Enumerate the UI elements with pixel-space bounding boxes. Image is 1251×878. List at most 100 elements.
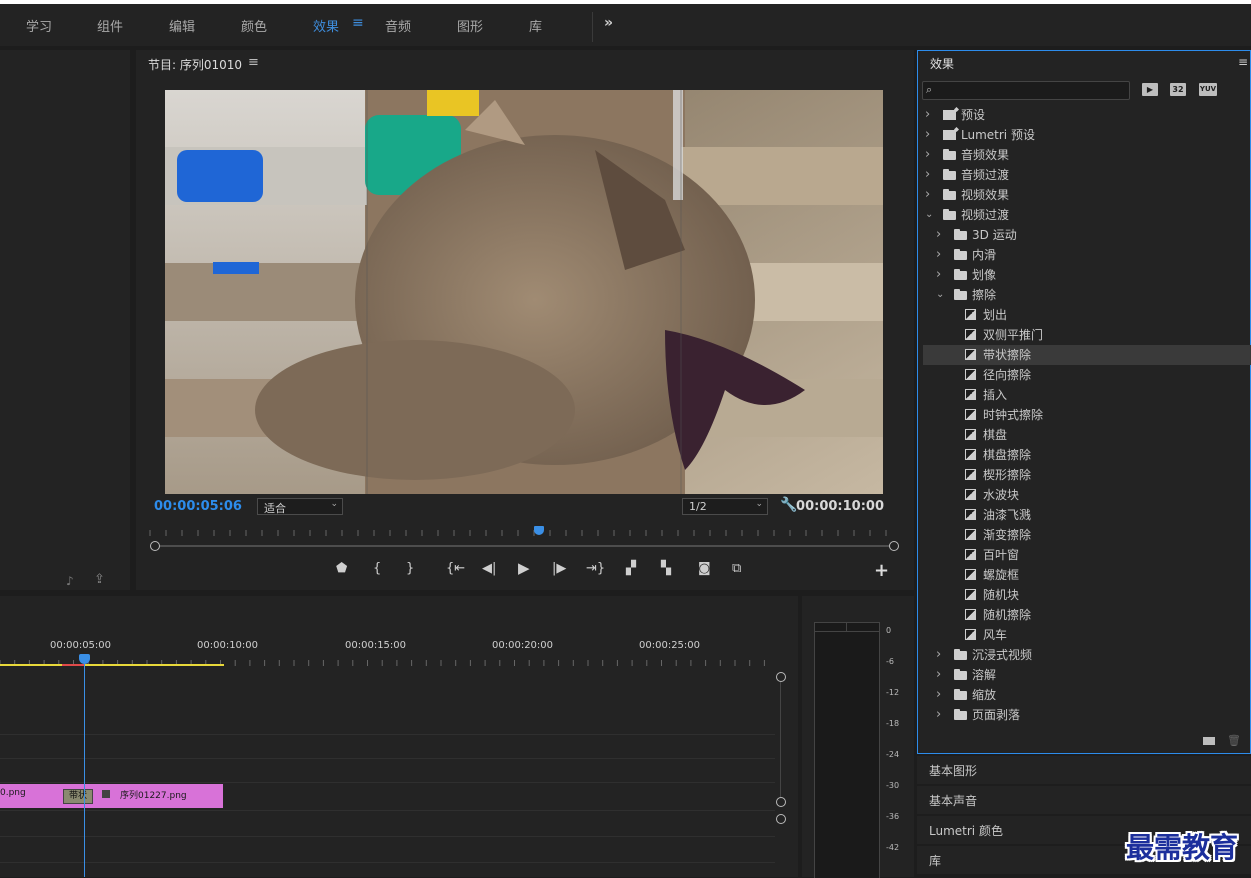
panel-essential-sound[interactable]: 基本声音	[917, 786, 1251, 814]
scroll-handle-mid[interactable]	[776, 797, 786, 807]
effects-folder-row[interactable]: › 沉浸式视频	[923, 645, 1251, 665]
effect-item[interactable]: 径向擦除	[923, 365, 1251, 385]
effect-item[interactable]: 螺旋框	[923, 565, 1251, 585]
video-clip[interactable]: 0.png 带状 序列01227.png	[0, 784, 223, 808]
yuv-effects-badge[interactable]: YUV	[1199, 83, 1217, 96]
effect-item[interactable]: 棋盘	[923, 425, 1251, 445]
workspace-tab[interactable]: 图形	[457, 16, 483, 35]
effect-item[interactable]: 划出	[923, 305, 1251, 325]
chevron-right-icon[interactable]: ›	[925, 105, 930, 125]
32bit-effects-badge[interactable]: 32	[1170, 83, 1186, 96]
effects-folder-row[interactable]: › 音频过渡	[923, 165, 1251, 185]
program-monitor-title[interactable]: 节目: 序列01010	[148, 56, 242, 73]
workspace-tab[interactable]: 效果	[313, 16, 339, 35]
workspace-overflow-icon[interactable]: »	[604, 15, 613, 31]
effects-folder-row[interactable]: › 缩放	[923, 685, 1251, 705]
scrub-end-handle[interactable]	[889, 541, 899, 551]
chevron-right-icon[interactable]: ›	[936, 705, 941, 725]
effects-folder-row[interactable]: › Lumetri 预设	[923, 125, 1251, 145]
timeline-vertical-scrollbar[interactable]	[776, 672, 786, 868]
compare-view-icon[interactable]: ⧉	[732, 561, 741, 576]
mark-out-icon[interactable]: }	[406, 561, 414, 576]
effects-folder-row[interactable]: › 划像	[923, 265, 1251, 285]
zoom-select[interactable]: 适合 ⌄	[257, 498, 343, 515]
mark-in-icon[interactable]: {	[373, 561, 381, 576]
chevron-right-icon[interactable]: ›	[936, 245, 941, 265]
effects-search[interactable]: ⌕	[922, 81, 1130, 100]
chevron-right-icon[interactable]: ›	[936, 265, 941, 285]
timeline-ruler-ticks[interactable]	[0, 656, 775, 668]
scroll-handle-top[interactable]	[776, 672, 786, 682]
panel-essential-graphics[interactable]: 基本图形	[917, 756, 1251, 784]
effects-folder-row[interactable]: › 溶解	[923, 665, 1251, 685]
insert-audio-icon[interactable]: ♪	[66, 574, 74, 588]
trash-icon[interactable]: 🗑	[1227, 734, 1241, 747]
effect-item[interactable]: 时钟式擦除	[923, 405, 1251, 425]
accelerated-effects-icon[interactable]: ▶	[1142, 83, 1158, 96]
workspace-tab[interactable]: 库	[529, 16, 542, 35]
export-frame-icon[interactable]: ⇪	[94, 572, 105, 587]
effect-item[interactable]: 风车	[923, 625, 1251, 645]
extract-icon[interactable]: ▚	[661, 561, 671, 576]
workspace-tab[interactable]: 颜色	[241, 16, 267, 35]
effects-panel-title[interactable]: 效果	[930, 55, 954, 72]
workspace-tab[interactable]: 组件	[97, 16, 123, 35]
chevron-right-icon[interactable]: ›	[925, 145, 930, 165]
effects-folder-row[interactable]: ⌄ 视频过渡	[923, 205, 1251, 225]
scroll-handle-lower[interactable]	[776, 814, 786, 824]
chevron-right-icon[interactable]: ›	[925, 185, 930, 205]
monitor-time-ruler[interactable]	[148, 526, 896, 546]
effect-item[interactable]: 棋盘擦除	[923, 445, 1251, 465]
chevron-right-icon[interactable]: ›	[925, 125, 930, 145]
new-bin-icon[interactable]	[1203, 737, 1215, 745]
effect-item[interactable]: 楔形擦除	[923, 465, 1251, 485]
camera-icon[interactable]: ◙	[698, 561, 711, 576]
chevron-right-icon[interactable]: ›	[936, 665, 941, 685]
effect-item[interactable]: 水波块	[923, 485, 1251, 505]
monitor-playhead[interactable]	[533, 526, 544, 535]
resolution-select[interactable]: 1/2 ⌄	[682, 498, 768, 515]
scrub-start-handle[interactable]	[150, 541, 160, 551]
step-back-icon[interactable]: ◀|	[482, 561, 496, 576]
effects-folder-row[interactable]: ⌄ 擦除	[923, 285, 1251, 305]
add-marker-icon[interactable]: ⬟	[336, 561, 347, 576]
go-to-out-icon[interactable]: ⇥}	[586, 561, 605, 576]
effects-folder-row[interactable]: › 预设	[923, 105, 1251, 125]
effects-folder-row[interactable]: › 内滑	[923, 245, 1251, 265]
lift-icon[interactable]: ▞	[626, 561, 636, 576]
effects-search-input[interactable]	[939, 82, 1127, 99]
go-to-in-icon[interactable]: {⇤	[446, 561, 465, 576]
effect-item[interactable]: 随机块	[923, 585, 1251, 605]
effects-folder-row[interactable]: › 视频效果	[923, 185, 1251, 205]
button-editor-icon[interactable]: +	[874, 560, 889, 581]
program-menu-icon[interactable]: ≡	[248, 55, 259, 70]
step-forward-icon[interactable]: |▶	[552, 561, 566, 576]
chevron-right-icon[interactable]: ›	[936, 225, 941, 245]
wrench-icon[interactable]: 🔧	[780, 497, 797, 513]
effect-item[interactable]: 渐变擦除	[923, 525, 1251, 545]
workspace-menu-icon[interactable]: ≡	[352, 15, 364, 31]
effect-item[interactable]: 带状擦除	[923, 345, 1251, 365]
effect-item[interactable]: 插入	[923, 385, 1251, 405]
workspace-tab[interactable]: 音频	[385, 16, 411, 35]
play-icon[interactable]: ▶	[518, 559, 530, 577]
transition-marker[interactable]: 带状	[63, 789, 93, 804]
workspace-tab[interactable]: 学习	[26, 16, 52, 35]
chevron-right-icon[interactable]: ›	[925, 165, 930, 185]
chevron-down-icon[interactable]: ⌄	[936, 285, 944, 305]
current-timecode[interactable]: 00:00:05:06	[154, 499, 242, 514]
effect-item[interactable]: 双侧平推门	[923, 325, 1251, 345]
effects-menu-icon[interactable]: ≡	[1238, 55, 1248, 69]
chevron-right-icon[interactable]: ›	[936, 685, 941, 705]
chevron-right-icon[interactable]: ›	[936, 645, 941, 665]
monitor-scrub-bar[interactable]	[154, 545, 894, 547]
effects-folder-row[interactable]: › 3D 运动	[923, 225, 1251, 245]
chevron-down-icon[interactable]: ⌄	[925, 205, 933, 225]
workspace-tab[interactable]: 编辑	[169, 16, 195, 35]
effects-folder-row[interactable]: › 页面剥落	[923, 705, 1251, 725]
effect-item[interactable]: 随机擦除	[923, 605, 1251, 625]
work-area-bar[interactable]	[0, 664, 224, 666]
effect-item[interactable]: 百叶窗	[923, 545, 1251, 565]
effects-folder-row[interactable]: › 音频效果	[923, 145, 1251, 165]
effect-item[interactable]: 油漆飞溅	[923, 505, 1251, 525]
